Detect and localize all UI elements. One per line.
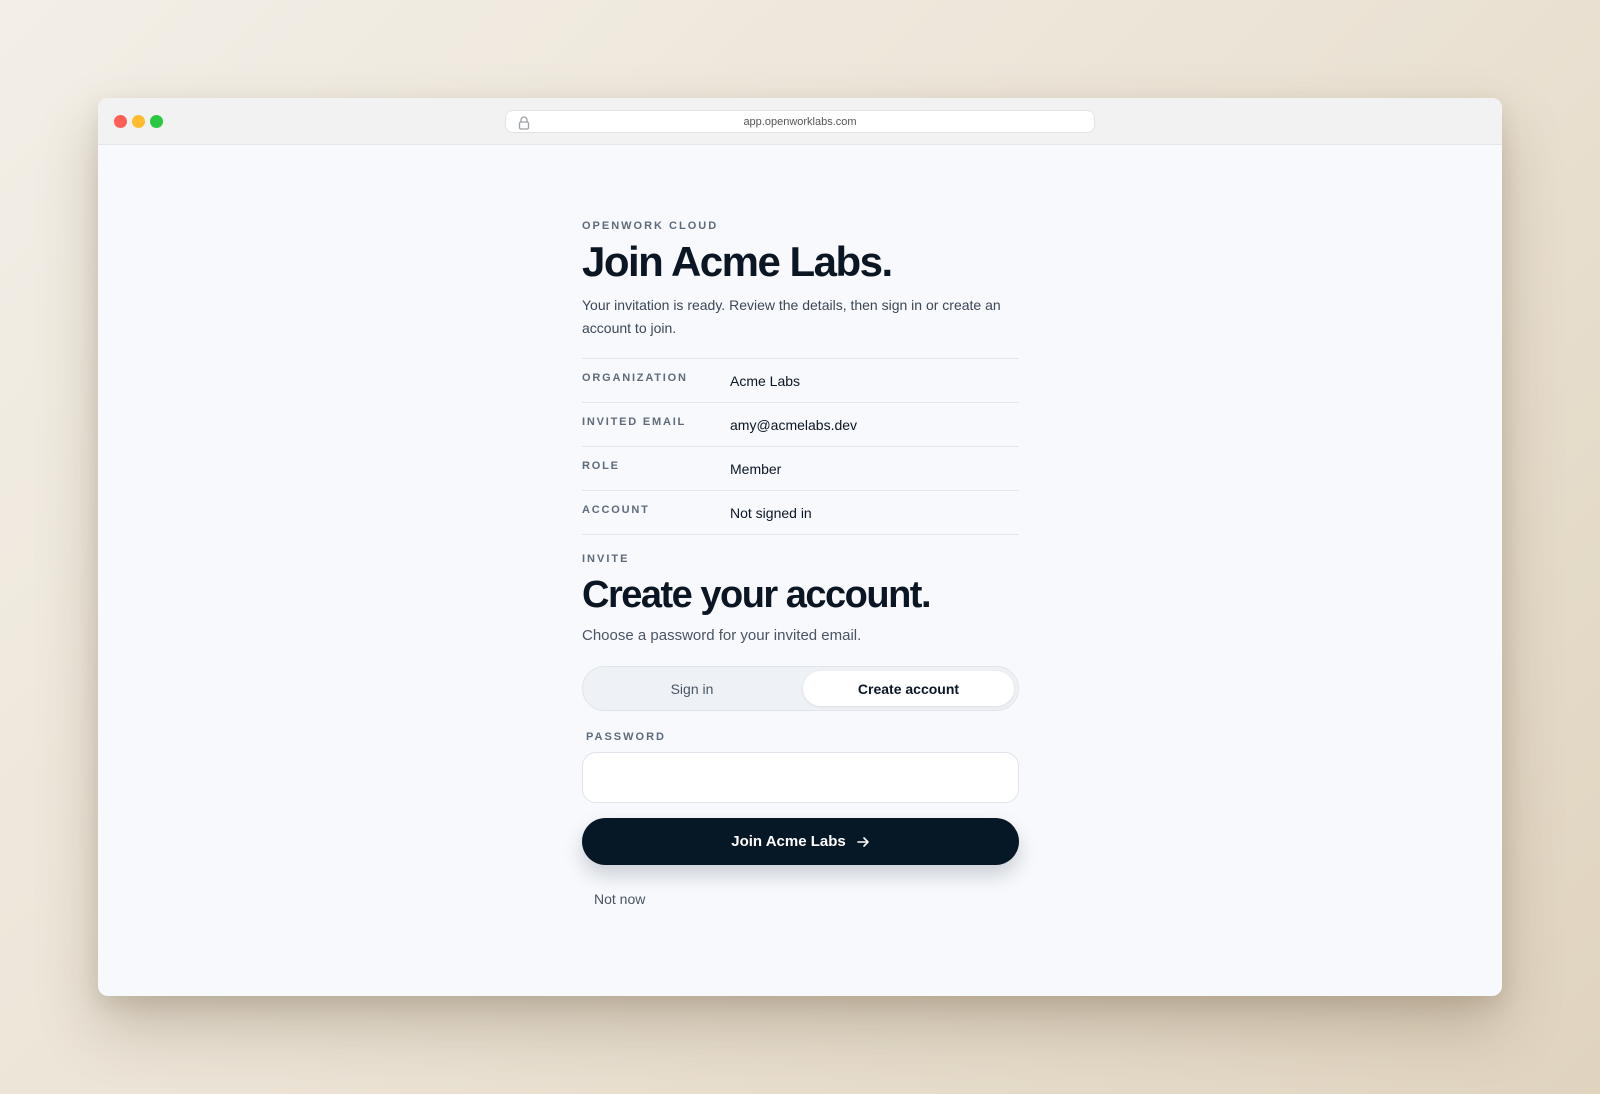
- maximize-window-button[interactable]: [150, 115, 163, 128]
- address-bar[interactable]: app.openworklabs.com: [505, 110, 1095, 133]
- join-button[interactable]: Join Acme Labs: [582, 818, 1019, 865]
- password-input[interactable]: [582, 752, 1019, 803]
- form-subtitle: Choose a password for your invited email…: [582, 627, 862, 644]
- intro-text: Your invitation is ready. Review the det…: [582, 297, 1001, 336]
- browser-window: app.openworklabs.com OPENWORK CLOUD Join…: [98, 98, 1502, 996]
- form-title: Create your account.: [582, 574, 932, 616]
- tab-create-account[interactable]: Create account: [803, 671, 1014, 706]
- detail-value: Not signed in: [730, 505, 812, 521]
- section-label: INVITE: [582, 553, 630, 565]
- invite-details: ORGANIZATION Acme Labs INVITED EMAIL amy…: [582, 358, 1019, 535]
- auth-mode-toggle: Sign in Create account: [582, 666, 1019, 711]
- password-label: PASSWORD: [586, 731, 666, 743]
- detail-key: ACCOUNT: [582, 504, 650, 516]
- detail-key: ROLE: [582, 460, 620, 472]
- join-button-label: Join Acme Labs: [731, 833, 846, 850]
- detail-value: amy@acmelabs.dev: [730, 417, 858, 433]
- detail-key: INVITED EMAIL: [582, 416, 687, 428]
- minimize-window-button[interactable]: [132, 115, 145, 128]
- detail-key: ORGANIZATION: [582, 372, 688, 384]
- browser-titlebar: app.openworklabs.com: [98, 98, 1502, 145]
- url-text: app.openworklabs.com: [743, 115, 857, 128]
- close-window-button[interactable]: [114, 115, 127, 128]
- detail-row-role: ROLE Member: [582, 447, 1019, 491]
- not-now-link[interactable]: Not now: [594, 891, 645, 907]
- lock-icon: [518, 116, 530, 130]
- arrow-right-icon: [856, 836, 869, 847]
- detail-value: Acme Labs: [730, 373, 801, 389]
- page-title: Join Acme Labs.: [582, 238, 893, 285]
- invite-panel: OPENWORK CLOUD Join Acme Labs. Your invi…: [582, 220, 1019, 909]
- eyebrow-label: OPENWORK CLOUD: [582, 220, 719, 232]
- detail-row-invited-email: INVITED EMAIL amy@acmelabs.dev: [582, 403, 1019, 447]
- detail-row-account: ACCOUNT Not signed in: [582, 491, 1019, 535]
- tab-sign-in[interactable]: Sign in: [587, 671, 797, 706]
- detail-row-organization: ORGANIZATION Acme Labs: [582, 359, 1019, 403]
- detail-value: Member: [730, 461, 782, 477]
